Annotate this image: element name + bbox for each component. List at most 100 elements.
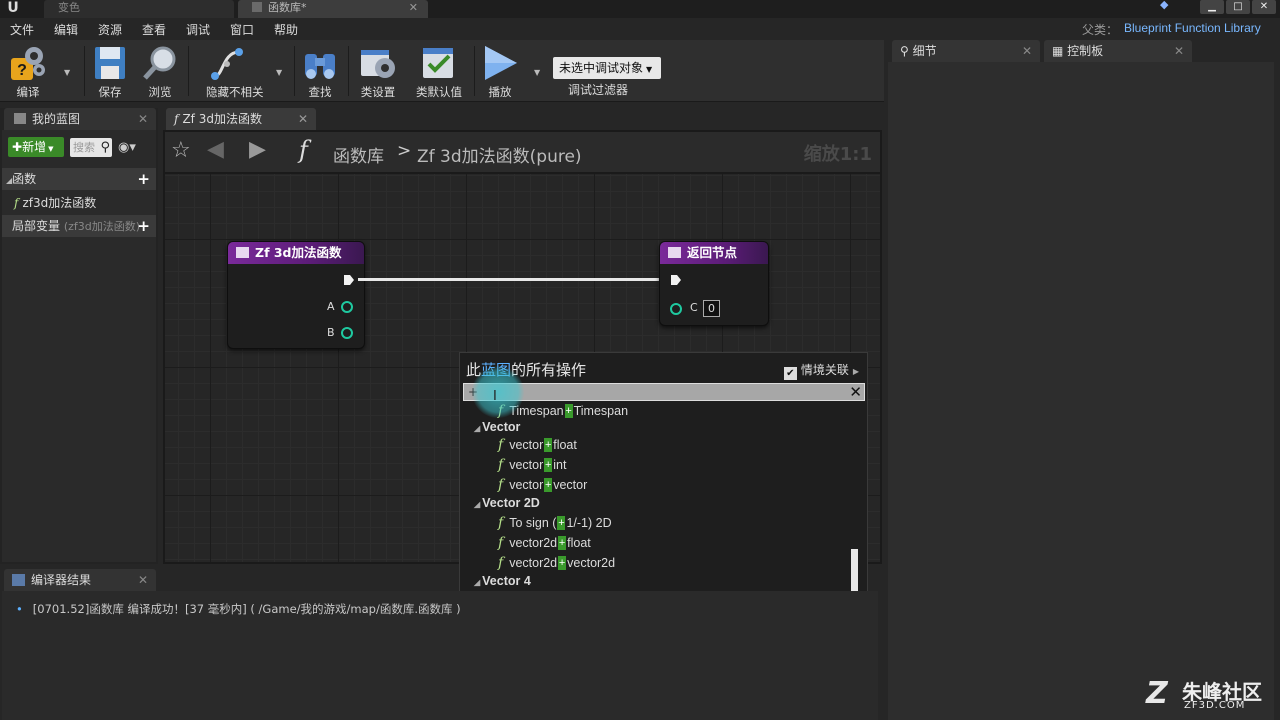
view-options-eye-icon[interactable]: ◉▾ bbox=[118, 140, 136, 155]
action-item-text: int bbox=[553, 458, 567, 472]
palette-tab[interactable]: ▦ 控制板 ✕ bbox=[1044, 40, 1192, 62]
play-options-chevron-icon[interactable]: ▼ bbox=[534, 68, 540, 77]
close-icon[interactable]: ✕ bbox=[1174, 40, 1184, 62]
debug-object-value: 未选中调试对象 bbox=[559, 61, 644, 75]
search-match-highlight: + bbox=[557, 516, 566, 530]
pin-c-value-input[interactable]: 0 bbox=[703, 300, 720, 317]
search-match-highlight: + bbox=[544, 458, 553, 472]
save-button[interactable]: 保存 bbox=[88, 44, 132, 100]
compile-options-chevron-icon[interactable]: ▼ bbox=[64, 68, 70, 77]
function-list-item[interactable]: f zf3d加法函数 bbox=[14, 194, 96, 211]
local-variables-section-header[interactable]: 局部变量 (zf3d加法函数) + bbox=[2, 215, 156, 237]
action-list-item[interactable]: f vector + float bbox=[460, 435, 856, 455]
my-blueprint-search-input[interactable]: 搜索 ⚲ bbox=[70, 138, 112, 157]
menu-asset[interactable]: 资源 bbox=[98, 21, 122, 38]
function-icon: f bbox=[498, 515, 504, 531]
my-blueprint-tab[interactable]: 我的蓝图 ✕ bbox=[4, 108, 156, 130]
function-item-label: zf3d加法函数 bbox=[22, 196, 97, 210]
compile-button[interactable]: ? 编译 bbox=[6, 44, 50, 100]
graph-tab[interactable]: f Zf 3d加法函数 ✕ bbox=[166, 108, 316, 130]
pin-b-output-icon[interactable] bbox=[341, 327, 353, 339]
play-icon bbox=[481, 44, 519, 82]
add-new-button[interactable]: ✚新增 ▼ bbox=[8, 137, 64, 157]
menu-window[interactable]: 窗口 bbox=[230, 21, 254, 38]
menu-edit[interactable]: 编辑 bbox=[54, 21, 78, 38]
action-category[interactable]: ◢ Vector bbox=[460, 417, 856, 437]
menu-file[interactable]: 文件 bbox=[10, 21, 34, 38]
unreal-logo-icon[interactable]: U bbox=[4, 0, 22, 18]
play-button[interactable]: 播放 bbox=[478, 44, 522, 100]
browse-button[interactable]: 浏览 bbox=[138, 44, 182, 100]
document-tab-2[interactable]: 函数库* ✕ bbox=[238, 0, 428, 18]
plus-icon: ✚ bbox=[12, 140, 23, 154]
action-list-item[interactable]: f To sign (+1/-1) 2D bbox=[460, 513, 856, 533]
function-icon: f bbox=[498, 457, 504, 473]
action-category[interactable]: ◢ Vector 4 bbox=[460, 571, 856, 591]
context-sensitive-label: 情境关联 bbox=[800, 363, 849, 377]
return-node[interactable]: 返回节点 C 0 bbox=[659, 241, 769, 326]
exec-wire[interactable] bbox=[358, 278, 660, 281]
compiler-results-icon bbox=[12, 574, 25, 586]
functions-section-header[interactable]: ◢函数 + bbox=[2, 168, 156, 190]
minimize-button[interactable]: ▁ bbox=[1200, 0, 1224, 14]
graph-tab-label: Zf 3d加法函数 bbox=[182, 112, 262, 126]
entry-node-title: Zf 3d加法函数 bbox=[255, 245, 342, 260]
document-tab-1[interactable]: 变色 bbox=[44, 0, 234, 18]
local-variables-scope: (zf3d加法函数) bbox=[63, 220, 141, 233]
back-arrow-icon[interactable]: ◀ bbox=[207, 137, 224, 162]
add-local-variable-icon[interactable]: + bbox=[137, 215, 150, 237]
action-category-label: Vector 2D bbox=[482, 496, 540, 510]
clear-search-icon[interactable]: ✕ bbox=[849, 383, 862, 401]
find-button[interactable]: 查找 bbox=[298, 44, 342, 100]
chevron-down-icon: ▼ bbox=[48, 145, 54, 153]
text-cursor-icon: I bbox=[493, 389, 497, 404]
exec-input-pin-icon[interactable] bbox=[670, 274, 682, 286]
exec-output-pin-icon[interactable] bbox=[343, 274, 355, 286]
class-settings-button[interactable]: 类设置 bbox=[356, 44, 400, 100]
action-item-text: vector2d bbox=[509, 556, 558, 570]
checkbox-checked-icon[interactable]: ✔ bbox=[783, 367, 797, 380]
hide-unrelated-chevron-icon[interactable]: ▼ bbox=[276, 68, 282, 77]
compiler-results-tab[interactable]: 编译器结果 ✕ bbox=[4, 569, 156, 591]
details-tab[interactable]: ⚲ 细节 ✕ bbox=[892, 40, 1040, 62]
close-icon[interactable]: ✕ bbox=[409, 0, 418, 16]
local-variables-label: 局部变量 bbox=[12, 219, 61, 233]
close-icon[interactable]: ✕ bbox=[138, 569, 148, 591]
action-list-item[interactable]: f vector2d + float bbox=[460, 533, 856, 553]
action-category[interactable]: ◢ Vector 2D bbox=[460, 493, 856, 513]
add-function-icon[interactable]: + bbox=[137, 168, 150, 190]
zoom-level: 缩放1:1 bbox=[803, 144, 872, 165]
menu-view[interactable]: 查看 bbox=[142, 21, 166, 38]
maximize-button[interactable]: □ bbox=[1226, 0, 1250, 14]
pin-a-output-icon[interactable] bbox=[341, 301, 353, 313]
action-list-item[interactable]: f vector + int bbox=[460, 455, 856, 475]
pin-c-input-icon[interactable] bbox=[670, 303, 682, 315]
parent-class-link[interactable]: Blueprint Function Library bbox=[1124, 21, 1261, 35]
close-window-button[interactable]: ✕ bbox=[1252, 0, 1276, 14]
action-list-item[interactable]: f vector2d + vector2d bbox=[460, 553, 856, 573]
watermark: Z 朱峰社区 ZF3D.COM bbox=[1146, 674, 1274, 718]
source-control-icon[interactable]: ◆ bbox=[1160, 0, 1174, 10]
menu-debug[interactable]: 调试 bbox=[186, 21, 210, 38]
close-icon[interactable]: ✕ bbox=[138, 108, 148, 130]
action-category-label: Vector 4 bbox=[482, 574, 531, 588]
action-item-text: float bbox=[553, 438, 577, 452]
blueprint-tab-icon bbox=[14, 113, 26, 124]
context-sensitive-toggle[interactable]: ✔ 情境关联 ▶ bbox=[783, 361, 859, 380]
close-icon[interactable]: ✕ bbox=[1022, 40, 1032, 62]
forward-arrow-icon[interactable]: ▶ bbox=[249, 137, 266, 162]
action-list-item[interactable]: f vector + vector bbox=[460, 475, 856, 495]
class-defaults-button[interactable]: 类默认值 bbox=[416, 44, 462, 100]
search-placeholder: 搜索 bbox=[73, 141, 95, 154]
menu-help[interactable]: 帮助 bbox=[274, 21, 298, 38]
hide-unrelated-button[interactable]: 隐藏不相关 bbox=[206, 44, 264, 100]
search-match-highlight: + bbox=[544, 438, 553, 452]
function-entry-node[interactable]: Zf 3d加法函数 A B bbox=[227, 241, 365, 349]
favorite-star-icon[interactable]: ☆ bbox=[171, 138, 191, 163]
action-item-text: To sign ( bbox=[509, 516, 557, 530]
debug-object-select[interactable]: 未选中调试对象 ▼ bbox=[553, 57, 661, 79]
close-icon[interactable]: ✕ bbox=[298, 108, 308, 130]
compiler-message: • [0701.52]函数库 编译成功！[37 毫秒内] ( /Game/我的游戏… bbox=[16, 601, 461, 617]
breadcrumb-root[interactable]: 函数库 bbox=[333, 142, 384, 167]
gear-icon bbox=[359, 44, 397, 82]
